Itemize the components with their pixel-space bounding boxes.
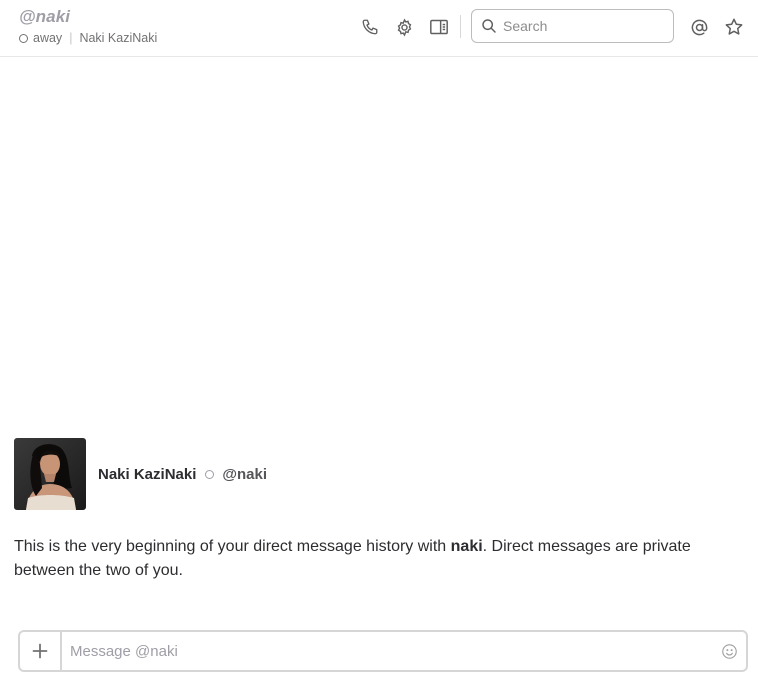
intro-text-before: This is the very beginning of your direc… <box>14 538 451 555</box>
emoji-icon <box>721 643 737 659</box>
channel-header: @naki away | Naki KaziNaki <box>0 0 758 57</box>
channel-settings-button[interactable] <box>390 13 418 41</box>
header-actions <box>356 13 453 41</box>
presence-status-icon <box>205 470 215 479</box>
message-composer <box>18 630 748 672</box>
intro-user-line: Naki KaziNaki @naki <box>98 466 267 483</box>
emoji-button[interactable] <box>712 632 746 670</box>
add-attachment-button[interactable] <box>20 632 62 670</box>
search-box[interactable] <box>471 9 674 43</box>
mentions-button[interactable] <box>685 13 713 41</box>
meta-separator: | <box>69 31 73 45</box>
star-icon <box>725 18 743 35</box>
intro-username: naki <box>450 538 483 555</box>
presence-status-icon <box>19 33 28 43</box>
sidebar-toggle-icon <box>430 19 448 35</box>
dm-intro: Naki KaziNaki @naki <box>14 438 267 510</box>
phone-icon <box>362 19 378 35</box>
channel-name[interactable]: @naki <box>19 7 157 27</box>
intro-handle[interactable]: @naki <box>222 466 267 483</box>
user-full-name[interactable]: Naki KaziNaki <box>79 30 157 46</box>
plus-icon <box>32 643 48 659</box>
message-input[interactable] <box>62 632 712 670</box>
channel-meta: away | Naki KaziNaki <box>19 30 157 46</box>
intro-description: This is the very beginning of your direc… <box>14 535 704 583</box>
intro-display-name[interactable]: Naki KaziNaki <box>98 466 196 483</box>
search-icon <box>482 19 496 33</box>
call-button[interactable] <box>356 13 384 41</box>
mention-icon <box>691 19 707 35</box>
header-divider <box>460 15 461 38</box>
search-input[interactable] <box>503 18 663 34</box>
starred-button[interactable] <box>720 13 748 41</box>
presence-label: away <box>33 31 63 45</box>
header-right-actions <box>685 13 748 41</box>
toggle-details-button[interactable] <box>425 13 453 41</box>
avatar[interactable] <box>14 438 86 510</box>
gear-icon <box>397 17 411 37</box>
channel-info: @naki away | Naki KaziNaki <box>19 7 157 46</box>
